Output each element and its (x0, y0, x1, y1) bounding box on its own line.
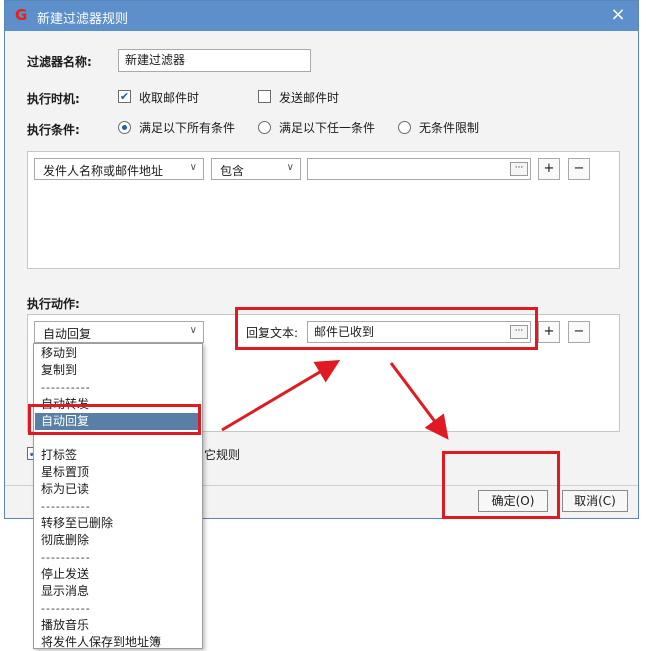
annotation-arrows (221, 359, 449, 440)
arrow-to-reply-text (221, 359, 341, 432)
arrow-to-ok-button (389, 362, 449, 440)
